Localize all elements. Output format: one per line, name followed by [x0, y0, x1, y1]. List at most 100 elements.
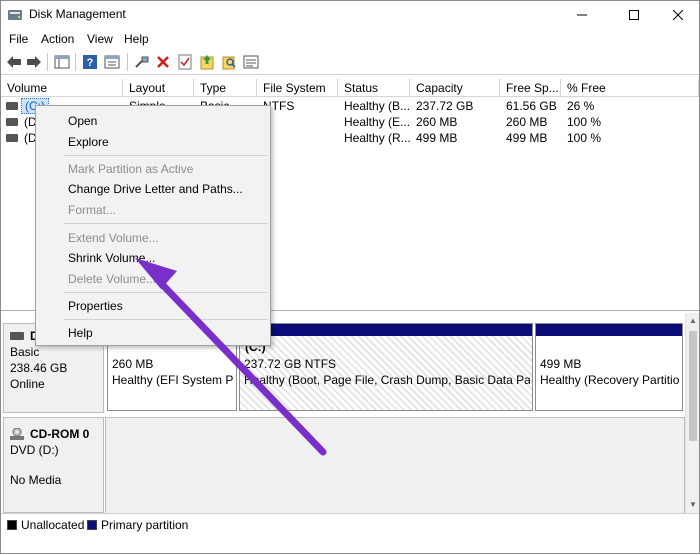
percent-free-cell: 100 %	[567, 131, 602, 145]
column-header-free-space[interactable]: Free Sp...	[500, 79, 561, 97]
status-cell: Healthy (E...	[344, 115, 410, 129]
partition-size: 499 MB	[540, 357, 582, 371]
delete-button[interactable]	[154, 53, 172, 71]
minimize-icon	[577, 14, 587, 16]
cdrom-media: No Media	[10, 473, 62, 487]
primary-partition-swatch	[87, 520, 97, 530]
minimize-button[interactable]	[559, 1, 605, 29]
disk-state: Online	[10, 377, 45, 391]
maximize-icon	[629, 10, 639, 20]
scroll-down-icon[interactable]: ▼	[688, 499, 698, 511]
forward-button[interactable]	[25, 53, 43, 71]
toolbar-separator	[75, 53, 76, 71]
toolbar: ?	[1, 49, 699, 75]
export-button[interactable]	[198, 53, 216, 71]
back-icon	[7, 56, 21, 68]
back-button[interactable]	[5, 53, 23, 71]
menu-item-mark-active: Mark Partition as Active	[68, 162, 194, 176]
menu-separator	[64, 223, 268, 224]
menu-file[interactable]: File	[9, 32, 28, 46]
disk-management-window: Disk Management File Action View Help ?	[0, 0, 700, 554]
menu-item-delete-volume: Delete Volume...	[68, 272, 157, 286]
partition-size: 237.72 GB NTFS	[244, 357, 337, 371]
legend-bar: Unallocated Primary partition	[1, 513, 699, 535]
console-tree-icon	[54, 55, 70, 69]
menu-item-format: Format...	[68, 203, 117, 217]
cdrom-label[interactable]: CD-ROM 0 DVD (D:) No Media	[3, 417, 104, 513]
close-icon	[673, 10, 683, 20]
connect-icon	[135, 56, 149, 68]
free-space-cell: 499 MB	[506, 131, 548, 145]
console-tree-button[interactable]	[53, 53, 71, 71]
status-cell: Healthy (R...	[344, 131, 410, 145]
percent-free-cell: 26 %	[567, 99, 595, 113]
disk-management-icon	[8, 10, 22, 20]
search-icon	[222, 56, 236, 70]
disk-type: Basic	[10, 345, 40, 359]
scroll-up-icon[interactable]: ▲	[688, 315, 698, 327]
menu-separator	[64, 155, 268, 156]
drive-icon	[6, 118, 18, 126]
partition-info: 499 MB Healthy (Recovery Partition	[540, 356, 680, 388]
disk-size: 238.46 GB	[10, 361, 68, 375]
disk-icon	[10, 332, 24, 340]
check-icon	[178, 54, 192, 70]
partition-info: 237.72 GB NTFS Healthy (Boot, Page File,…	[244, 356, 530, 388]
cdrom-icon	[10, 428, 24, 440]
capacity-cell: 499 MB	[416, 131, 458, 145]
cdrom-volume-area[interactable]	[105, 417, 685, 515]
close-button[interactable]	[655, 1, 700, 29]
list-icon	[243, 55, 259, 69]
menu-separator	[64, 292, 268, 293]
menu-help[interactable]: Help	[124, 32, 149, 46]
drive-icon	[6, 102, 18, 110]
cdrom-type: DVD (D:)	[10, 443, 59, 457]
column-header-status[interactable]: Status	[338, 79, 410, 97]
unallocated-swatch	[7, 520, 17, 530]
menu-item-shrink-volume[interactable]: Shrink Volume...	[68, 251, 155, 265]
menu-item-help[interactable]: Help	[68, 326, 93, 340]
menu-item-open[interactable]: Open	[68, 114, 97, 128]
capacity-cell: 237.72 GB	[416, 99, 474, 113]
properties-button[interactable]	[103, 53, 121, 71]
column-header-type[interactable]: Type	[194, 79, 257, 97]
window-title: Disk Management	[29, 7, 126, 21]
help-button[interactable]: ?	[81, 53, 99, 71]
partition-color-bar	[536, 324, 682, 336]
list-button[interactable]	[242, 53, 260, 71]
maximize-button[interactable]	[611, 1, 657, 29]
check-button[interactable]	[176, 53, 194, 71]
menu-action[interactable]: Action	[41, 32, 74, 46]
vertical-scrollbar[interactable]: ▲ ▼	[685, 313, 699, 513]
svg-text:?: ?	[87, 57, 94, 69]
menu-view[interactable]: View	[87, 32, 113, 46]
free-space-cell: 61.56 GB	[506, 99, 557, 113]
search-button[interactable]	[220, 53, 238, 71]
menu-item-explore[interactable]: Explore	[68, 135, 109, 149]
toolbar-separator	[127, 53, 128, 71]
partition-recovery[interactable]: 499 MB Healthy (Recovery Partition	[535, 323, 683, 411]
column-header-percent-free[interactable]: % Free	[561, 79, 699, 97]
menu-item-extend-volume: Extend Volume...	[68, 231, 159, 245]
menu-bar: File Action View Help	[1, 29, 699, 49]
forward-icon	[27, 56, 41, 68]
column-header-file-system[interactable]: File System	[257, 79, 338, 97]
column-header-layout[interactable]: Layout	[123, 79, 194, 97]
delete-icon	[157, 56, 169, 68]
help-icon: ?	[83, 55, 97, 69]
menu-item-properties[interactable]: Properties	[68, 299, 123, 313]
column-header-capacity[interactable]: Capacity	[410, 79, 500, 97]
title-bar: Disk Management	[1, 1, 699, 29]
scroll-thumb[interactable]	[689, 331, 697, 441]
connect-button[interactable]	[133, 53, 151, 71]
legend-primary-partition: Primary partition	[101, 518, 189, 532]
partition-c[interactable]: (C:) 237.72 GB NTFS Healthy (Boot, Page …	[239, 323, 533, 411]
column-header-volume[interactable]: Volume	[1, 79, 123, 97]
menu-item-change-drive-letter[interactable]: Change Drive Letter and Paths...	[68, 182, 243, 196]
legend-unallocated: Unallocated	[21, 518, 85, 532]
partition-status: Healthy (EFI System Par	[112, 373, 234, 387]
drive-icon	[6, 134, 18, 142]
percent-free-cell: 100 %	[567, 115, 602, 129]
menu-separator	[64, 319, 268, 320]
partition-color-bar	[240, 324, 532, 336]
